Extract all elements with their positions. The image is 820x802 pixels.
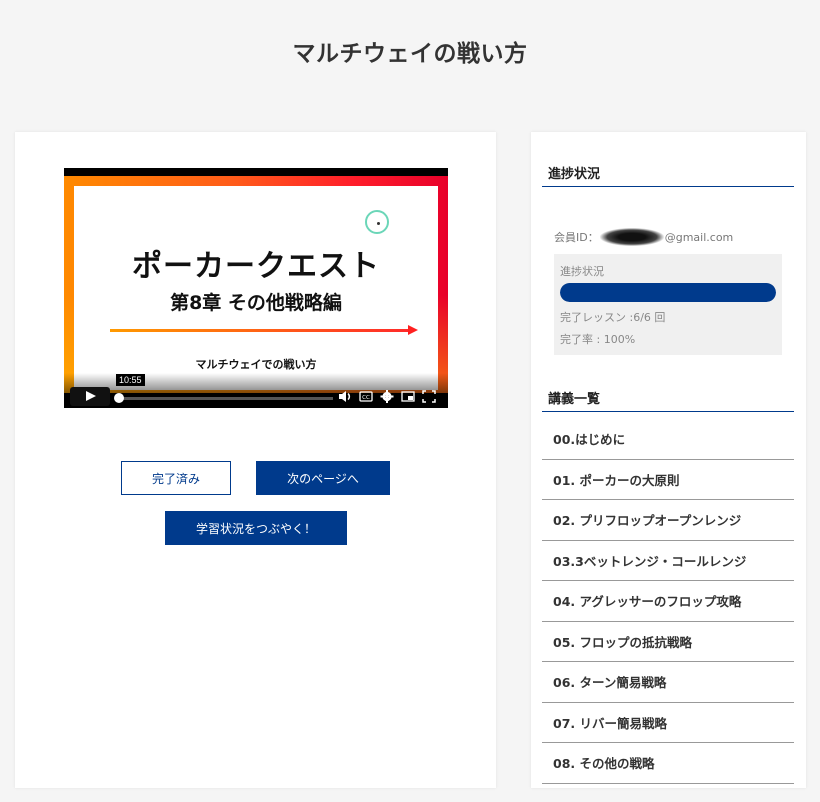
video-controls: 10:55 CC [64, 373, 448, 408]
arrow-icon [110, 325, 418, 335]
lesson-item[interactable]: 02. プリフロップオープンレンジ [542, 500, 794, 541]
lesson-list: 00.はじめに 01. ポーカーの大原則 02. プリフロップオープンレンジ 0… [542, 419, 794, 784]
member-email-suffix: @gmail.com [664, 230, 734, 244]
lesson-item[interactable]: 01. ポーカーの大原則 [542, 460, 794, 500]
video-progress-bar[interactable] [118, 397, 333, 400]
fullscreen-icon[interactable] [422, 390, 436, 403]
page-header: マルチウェイの戦い方 [0, 0, 820, 101]
slide-subtitle: 第8章 その他戦略編 [170, 292, 342, 314]
settings-gear-icon[interactable] [380, 390, 394, 403]
tweet-progress-button[interactable]: 学習状況をつぶやく！ [165, 511, 347, 545]
lesson-item[interactable]: 06. ターン簡易戦略 [542, 662, 794, 703]
play-button[interactable] [70, 387, 110, 406]
main-content-card: ポーカークエスト 第8章 その他戦略編 マルチウェイでの戦い方 10:55 CC [15, 132, 496, 788]
lessons-heading: 講義一覧 [542, 388, 794, 412]
pip-icon[interactable] [401, 390, 415, 403]
lesson-item[interactable]: 04. アグレッサーのフロップ攻略 [542, 581, 794, 622]
time-tooltip: 10:55 [116, 374, 145, 386]
member-id: 会員ID： @gmail.com [554, 228, 733, 246]
completion-rate: 完了率 : 100% [560, 333, 636, 346]
completed-button[interactable]: 完了済み [121, 461, 231, 495]
lesson-item[interactable]: 03.3ベットレンジ・コールレンジ [542, 541, 794, 581]
member-id-label: 会員ID： [554, 231, 599, 244]
progress-box: 進捗状況 完了レッスン :6/6 回 完了率 : 100% [554, 254, 782, 355]
video-slide: ポーカークエスト 第8章 その他戦略編 マルチウェイでの戦い方 [74, 186, 438, 390]
progress-bar-fill [560, 283, 776, 302]
sidebar: 進捗状況 会員ID： @gmail.com 進捗状況 完了レッスン :6/6 回… [531, 132, 806, 788]
action-buttons: 完了済み 次のページへ 学習状況をつぶやく！ [15, 461, 496, 551]
completed-lessons: 完了レッスン :6/6 回 [560, 311, 666, 324]
lesson-item[interactable]: 00.はじめに [542, 419, 794, 460]
page-title: マルチウェイの戦い方 [292, 40, 528, 67]
slide-caption: マルチウェイでの戦い方 [195, 358, 317, 371]
progress-bar [560, 283, 776, 302]
captions-icon[interactable]: CC [359, 390, 373, 403]
video-frame: ポーカークエスト 第8章 その他戦略編 マルチウェイでの戦い方 [64, 176, 448, 393]
slide-title: ポーカークエスト [132, 249, 380, 284]
redacted-email-mask [599, 228, 664, 246]
next-page-button[interactable]: 次のページへ [256, 461, 390, 495]
cursor-highlight-icon [365, 210, 389, 234]
progress-heading: 進捗状況 [542, 163, 794, 187]
volume-icon[interactable] [338, 390, 352, 403]
progress-label: 進捗状況 [560, 265, 604, 278]
video-player[interactable]: ポーカークエスト 第8章 その他戦略編 マルチウェイでの戦い方 10:55 CC [64, 168, 448, 408]
svg-text:CC: CC [362, 395, 370, 401]
lesson-item[interactable]: 07. リバー簡易戦略 [542, 703, 794, 743]
lesson-item[interactable]: 05. フロップの抵抗戦略 [542, 622, 794, 662]
lesson-item[interactable]: 08. その他の戦略 [542, 743, 794, 784]
video-scrubber-handle[interactable] [114, 393, 124, 403]
